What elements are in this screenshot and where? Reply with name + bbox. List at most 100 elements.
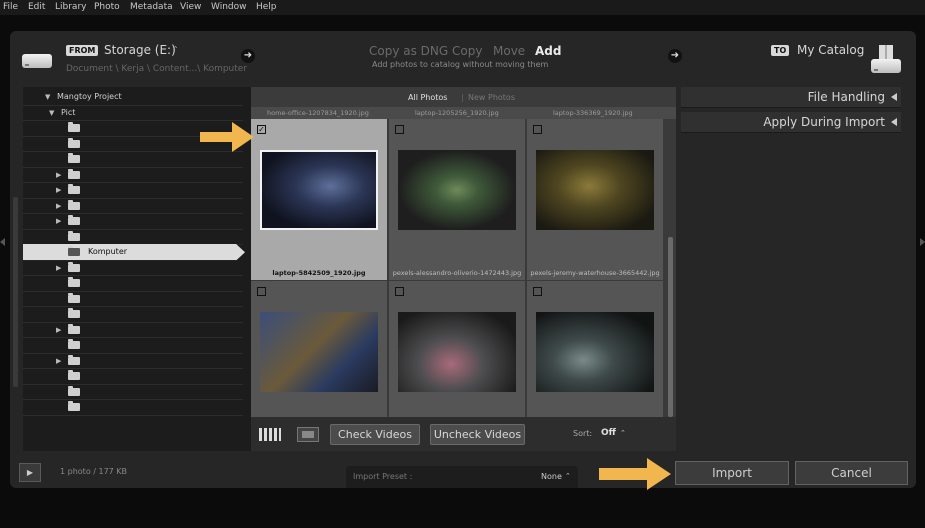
tab-new-photos[interactable]: New Photos [468, 93, 515, 102]
left-edge-arrow-icon[interactable] [0, 238, 5, 246]
expand-right-icon[interactable]: ▶ [56, 264, 61, 272]
menu-window[interactable]: Window [211, 2, 247, 12]
folder-row[interactable]: ▶ [23, 167, 243, 183]
menu-view[interactable]: View [180, 2, 201, 12]
expand-down-icon[interactable]: ▼ [49, 109, 54, 117]
grid-scrollbar[interactable] [668, 237, 673, 417]
checkbox-icon[interactable] [533, 287, 542, 296]
source-path: Document \ Kerja \ Content...\ Komputer [66, 64, 248, 74]
folder-row[interactable] [23, 275, 243, 292]
checkbox-callout-arrow-icon [200, 122, 254, 152]
folder-icon [68, 308, 80, 318]
uncheck-videos-button[interactable]: Uncheck Videos [430, 424, 525, 445]
folder-row[interactable] [23, 306, 243, 323]
loupe-view-icon[interactable] [297, 427, 319, 442]
folder-row-selected[interactable]: Komputer [23, 244, 245, 261]
menu-edit[interactable]: Edit [28, 2, 45, 12]
photo-cell[interactable]: pexels-jeremy-waterhouse-3665442.jpg [527, 119, 663, 280]
top-row-names: home-office-1207834_1920.jpg laptop-1205… [251, 107, 676, 119]
sort-value[interactable]: Off [601, 428, 616, 438]
mode-add[interactable]: Add [535, 44, 561, 58]
folder-row[interactable] [23, 384, 243, 400]
collapse-arrow-icon [891, 93, 897, 101]
catalog-icon [871, 45, 901, 73]
tab-all-photos[interactable]: All Photos [408, 93, 447, 102]
expand-button[interactable]: ▶ [19, 463, 41, 482]
checkbox-icon[interactable] [395, 125, 404, 134]
photo-filename: pexels-jeremy-waterhouse-3665442.jpg [530, 269, 660, 277]
photo-thumbnail[interactable] [398, 150, 516, 230]
grid-view-icon[interactable] [259, 428, 281, 441]
mode-move[interactable]: Move [493, 44, 525, 58]
checkbox-icon[interactable] [395, 287, 404, 296]
folder-icon [68, 354, 80, 365]
folder-icon [68, 199, 80, 210]
expand-right-icon[interactable]: ▶ [56, 186, 61, 194]
options-panel: File Handling Apply During Import [678, 87, 904, 451]
cancel-button[interactable]: Cancel [795, 461, 908, 485]
folder-row[interactable]: ▼ Pict [23, 105, 243, 121]
menu-help[interactable]: Help [256, 2, 277, 12]
source-name[interactable]: Storage (E:) [104, 43, 176, 57]
photo-thumbnail[interactable] [398, 312, 516, 392]
photo-thumbnail[interactable] [260, 312, 378, 392]
folder-label: Komputer [88, 247, 128, 256]
expand-right-icon[interactable]: ▶ [56, 357, 61, 365]
expand-right-icon[interactable]: ▶ [56, 171, 61, 179]
photo-thumbnail[interactable] [536, 150, 654, 230]
menu-library[interactable]: Library [55, 2, 86, 12]
import-button[interactable]: Import [675, 461, 789, 485]
photo-cell[interactable]: pexels-alessandro-oliverio-1472443.jpg [389, 119, 525, 280]
folder-icon [68, 184, 80, 194]
folder-icon [68, 215, 80, 225]
source-arrow-icon: ➜ [241, 49, 255, 63]
folder-row[interactable] [23, 151, 243, 168]
sort-dropdown-icon[interactable]: ⌃ [620, 429, 626, 437]
mode-copy-as-dng[interactable]: Copy as DNG [369, 44, 448, 58]
folder-row[interactable]: ▶ [23, 182, 243, 199]
import-dialog: FROM Storage (E:) ⌃ Document \ Kerja \ C… [10, 31, 916, 488]
collapse-arrow-icon [891, 118, 897, 126]
dest-name[interactable]: My Catalog [797, 43, 864, 57]
folder-row[interactable]: ▶ [23, 198, 243, 214]
folder-row[interactable]: ▼ Mangtoy Project [23, 89, 243, 106]
right-edge-arrow-icon[interactable] [920, 238, 925, 246]
source-dropdown-icon[interactable]: ⌃ [172, 45, 179, 54]
mode-copy[interactable]: Copy [452, 44, 482, 58]
photo-cell[interactable]: ✓ laptop-5842509_1920.jpg [251, 119, 387, 280]
folder-row[interactable]: ▶ [23, 322, 243, 338]
folder-row[interactable]: ▶ [23, 260, 243, 276]
preset-dropdown-icon[interactable]: ⌃ [565, 472, 571, 480]
photo-thumbnail[interactable] [536, 312, 654, 392]
folder-icon [68, 122, 80, 132]
checkbox-checked-icon[interactable]: ✓ [257, 125, 266, 134]
photo-filename: laptop-5842509_1920.jpg [272, 269, 366, 277]
apply-during-import-section[interactable]: Apply During Import [681, 112, 901, 133]
file-handling-section[interactable]: File Handling [681, 87, 901, 108]
checkbox-icon[interactable] [533, 125, 542, 134]
expand-right-icon[interactable]: ▶ [56, 217, 61, 225]
menu-file[interactable]: File [3, 2, 18, 12]
menu-photo[interactable]: Photo [94, 2, 120, 12]
folder-row[interactable] [23, 229, 243, 245]
import-preset-value[interactable]: None [541, 472, 562, 481]
expand-right-icon[interactable]: ▶ [56, 326, 61, 334]
left-panel-scrollbar[interactable] [13, 197, 18, 387]
checkbox-icon[interactable] [257, 287, 266, 296]
folder-row[interactable] [23, 337, 243, 354]
expand-right-icon[interactable]: ▶ [56, 202, 61, 210]
photo-thumbnail[interactable] [260, 150, 378, 230]
grid-toolbar: Check Videos Uncheck Videos Sort: Off ⌃ [251, 417, 676, 451]
folder-row[interactable]: ▶ [23, 353, 243, 369]
import-preset-bar[interactable]: Import Preset : None ⌃ [346, 466, 578, 488]
folder-row[interactable] [23, 399, 243, 416]
expand-down-icon[interactable]: ▼ [45, 93, 50, 101]
folder-icon [68, 277, 80, 287]
folder-row[interactable] [23, 368, 243, 385]
folder-row[interactable]: ▶ [23, 213, 243, 230]
folder-icon [68, 339, 80, 349]
menu-bar: File Edit Library Photo Metadata View Wi… [0, 0, 925, 15]
check-videos-button[interactable]: Check Videos [330, 424, 420, 445]
menu-metadata[interactable]: Metadata [130, 2, 173, 12]
folder-row[interactable] [23, 291, 243, 307]
